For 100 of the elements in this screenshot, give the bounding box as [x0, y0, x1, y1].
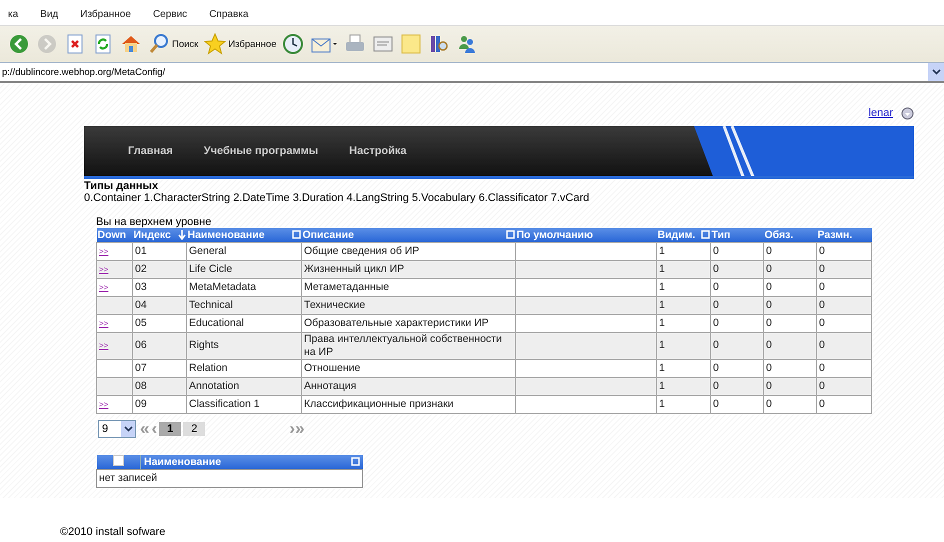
- filter-icon[interactable]: [700, 230, 710, 240]
- down-link[interactable]: >>: [99, 246, 108, 256]
- empty-message: нет записей: [99, 472, 158, 484]
- table-cell: Права интеллектуальной собственности на ИР: [304, 332, 502, 358]
- table-cell: 0: [819, 380, 825, 392]
- table-cell: Rights: [189, 339, 219, 351]
- table-cell: Life Cicle: [189, 262, 232, 274]
- nav-link[interactable]: Главная: [128, 145, 173, 157]
- table-cell: 0: [819, 339, 825, 351]
- table-cell: 0: [713, 298, 719, 310]
- table-cell: 07: [135, 362, 147, 374]
- page-size-select[interactable]: 9: [98, 420, 136, 438]
- level-text: Вы на верхнем уровне: [96, 216, 212, 228]
- search-icon[interactable]: [148, 33, 170, 55]
- table-cell: 0: [819, 280, 825, 292]
- table-cell: 0: [713, 339, 719, 351]
- page-tab[interactable]: 2: [183, 422, 206, 436]
- column-header[interactable]: Наименование: [140, 454, 362, 470]
- down-link[interactable]: >>: [99, 400, 108, 408]
- table-cell: 1: [659, 298, 665, 310]
- table-cell: Классификационные признаки: [304, 398, 454, 410]
- table-cell: Общие сведения об ИР: [304, 244, 420, 256]
- table-cell: 0: [713, 316, 719, 328]
- filter-icon[interactable]: [292, 230, 300, 240]
- down-link[interactable]: >>: [99, 264, 108, 274]
- table-cell: 0: [819, 262, 825, 274]
- nav-link[interactable]: Настройка: [349, 145, 407, 157]
- filter-icon[interactable]: [350, 457, 360, 466]
- column-header[interactable]: По умолчанию: [516, 228, 656, 242]
- table-cell: Метаметаданные: [304, 280, 390, 292]
- table-cell: Технические: [304, 298, 366, 310]
- address-field[interactable]: p://dublincore.webhop.org/MetaConfig/: [2, 66, 166, 78]
- column-header[interactable]: Индекс: [132, 228, 186, 242]
- chevron-icon: [932, 69, 940, 75]
- types-list: 0.Container 1.CharacterString 2.DateTime 3.Duration 4.LangString 5.Vocabulary 6.Classificator 7.vCard: [84, 192, 914, 204]
- down-link[interactable]: >>: [99, 318, 108, 328]
- table-cell: 03: [135, 280, 147, 292]
- table-cell: 1: [659, 398, 665, 410]
- table-cell: 1: [659, 316, 665, 328]
- sort-arrow-icon[interactable]: [178, 229, 186, 240]
- table-cell: General: [189, 244, 226, 256]
- filter-icon[interactable]: [506, 230, 514, 240]
- menu-item[interactable]: ка: [8, 8, 18, 25]
- menu-item[interactable]: Справка: [209, 8, 248, 25]
- table-cell: MetaMetadata: [189, 280, 256, 292]
- table-cell: 1: [659, 280, 665, 292]
- table-cell: 1: [659, 262, 665, 274]
- table-cell: 0: [713, 280, 719, 292]
- table-cell: 1: [659, 339, 665, 351]
- table-cell: 0: [713, 398, 719, 410]
- table-cell: Жизненный цикл ИР: [304, 262, 404, 274]
- column-header[interactable]: Видим.: [656, 228, 710, 242]
- table-cell: 0: [766, 362, 772, 374]
- table-cell: 0: [766, 339, 772, 351]
- chevron-icon: [124, 426, 132, 432]
- column-header[interactable]: Наименование: [186, 228, 302, 242]
- table-cell: 1: [659, 362, 665, 374]
- checkbox[interactable]: [112, 454, 124, 466]
- page-tab[interactable]: 1: [159, 422, 182, 436]
- table-cell: 0: [766, 316, 772, 328]
- column-header[interactable]: Описание: [302, 228, 516, 242]
- star-icon[interactable]: [204, 33, 226, 55]
- column-header[interactable]: Обяз.: [764, 228, 816, 242]
- table-cell: 02: [135, 262, 147, 274]
- table-cell: 0: [766, 398, 772, 410]
- table-cell: 09: [135, 398, 147, 410]
- table-cell: Отношение: [304, 362, 360, 374]
- history-icon[interactable]: [282, 33, 304, 55]
- table-cell: Образовательные характеристики ИР: [304, 316, 489, 328]
- column-header[interactable]: Размн.: [816, 228, 872, 242]
- toolbar-label[interactable]: Поиск: [172, 38, 198, 50]
- table-cell: 1: [659, 380, 665, 392]
- down-link[interactable]: >>: [99, 282, 108, 292]
- table-cell: 0: [766, 380, 772, 392]
- menu-item[interactable]: Сервис: [152, 8, 188, 25]
- user-link[interactable]: lenar: [868, 107, 893, 119]
- menu-item[interactable]: Вид: [40, 8, 58, 25]
- table-cell: 0: [713, 244, 719, 256]
- table-cell: 0: [819, 316, 825, 328]
- column-header[interactable]: Down: [96, 228, 132, 242]
- column-header[interactable]: Тип: [710, 228, 764, 242]
- home-icon[interactable]: [120, 33, 142, 55]
- toolbar-label[interactable]: Избранное: [228, 38, 276, 50]
- table-cell: 0: [713, 380, 719, 392]
- table-cell: 0: [766, 262, 772, 274]
- table-cell: 0: [819, 244, 825, 256]
- down-link[interactable]: >>: [99, 341, 108, 350]
- logout-icon[interactable]: [901, 106, 914, 120]
- table-cell: 06: [135, 339, 147, 351]
- table-cell: 1: [659, 244, 665, 256]
- books-icon[interactable]: [428, 33, 450, 55]
- table-cell: 0: [819, 298, 825, 310]
- back-icon[interactable]: [8, 33, 30, 55]
- footer-text: ©2010 install sofware: [60, 526, 166, 538]
- menu-item[interactable]: Избранное: [80, 8, 131, 25]
- dropdown-button[interactable]: [928, 63, 944, 81]
- nav-link[interactable]: Учебные программы: [204, 145, 318, 157]
- table-cell: 0: [819, 362, 825, 374]
- table-cell: 01: [135, 244, 147, 256]
- table-cell: Classification 1: [189, 398, 260, 410]
